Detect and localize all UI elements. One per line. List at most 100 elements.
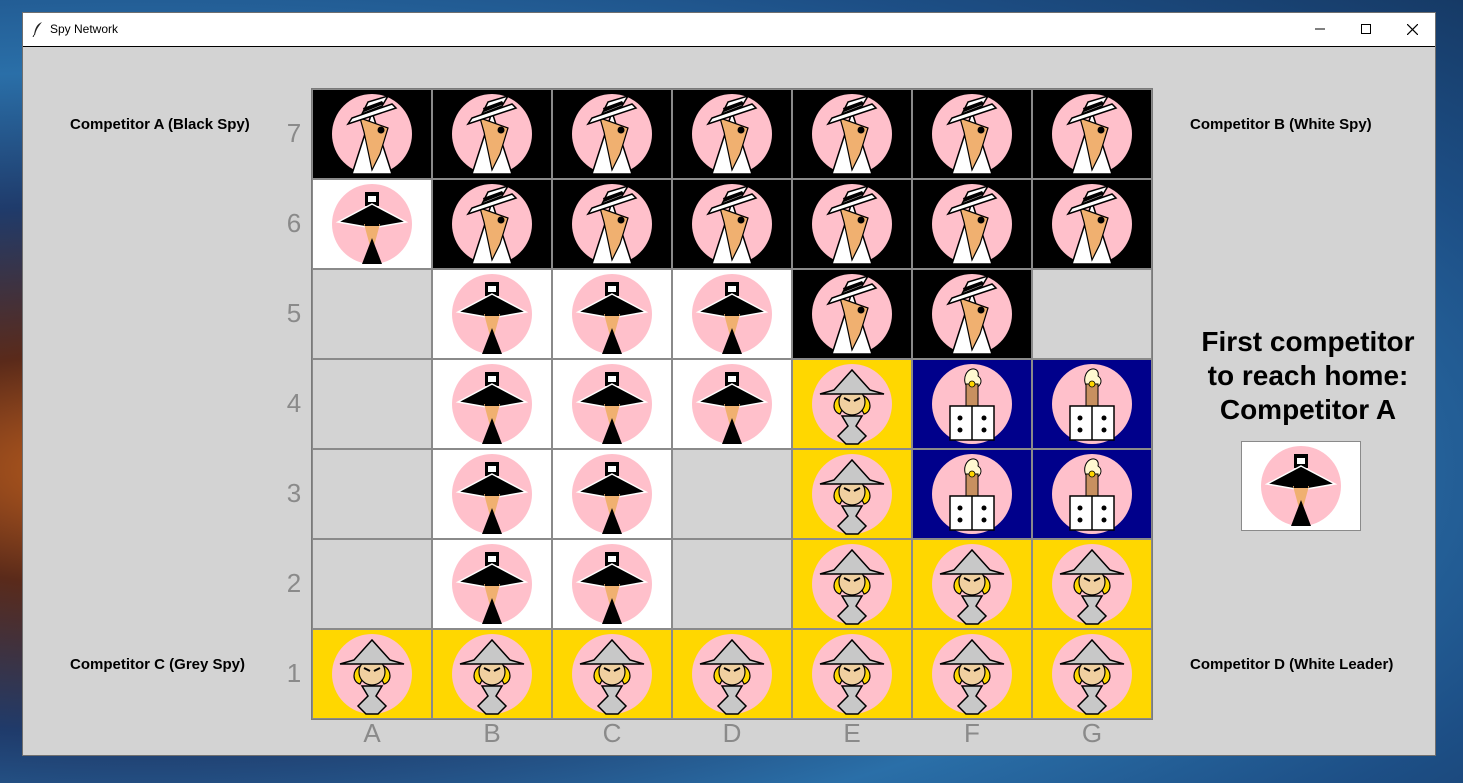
- black-spy-icon: [452, 454, 532, 534]
- winner-line-2: to reach home:: [1207, 360, 1409, 391]
- white-spy-icon: [452, 94, 532, 175]
- board-cell-e6-white-spy[interactable]: [792, 179, 912, 269]
- white-spy-icon: [812, 274, 892, 355]
- black-spy-icon: [332, 184, 412, 264]
- black-spy-icon: [1261, 446, 1341, 526]
- board-cell-e3-grey-spy[interactable]: [792, 449, 912, 539]
- white-spy-icon: [932, 94, 1012, 175]
- board-cell-d5-black-spy[interactable]: [672, 269, 792, 359]
- board-cell-b6-white-spy[interactable]: [432, 179, 552, 269]
- winner-line-1: First competitor: [1201, 326, 1415, 357]
- black-spy-icon: [452, 364, 532, 444]
- board-cell-g7-white-spy[interactable]: [1032, 89, 1152, 179]
- competitor-a-label: Competitor A (Black Spy): [70, 116, 250, 133]
- board-cell-b5-black-spy[interactable]: [432, 269, 552, 359]
- board-cell-e1-grey-spy[interactable]: [792, 629, 912, 719]
- board-cell-a3-empty[interactable]: [312, 449, 432, 539]
- board-cell-c7-white-spy[interactable]: [552, 89, 672, 179]
- black-spy-icon: [572, 274, 652, 354]
- board-cell-c1-grey-spy[interactable]: [552, 629, 672, 719]
- board-cell-a2-empty[interactable]: [312, 539, 432, 629]
- grey-spy-icon: [932, 634, 1012, 715]
- white-spy-icon: [692, 184, 772, 265]
- white-leader-icon: [1052, 454, 1132, 534]
- board-cell-d6-white-spy[interactable]: [672, 179, 792, 269]
- black-spy-icon: [572, 544, 652, 624]
- board-cell-e2-grey-spy[interactable]: [792, 539, 912, 629]
- board-cell-b3-black-spy[interactable]: [432, 449, 552, 539]
- white-spy-icon: [812, 184, 892, 265]
- grey-spy-icon: [812, 544, 892, 625]
- white-spy-icon: [1052, 184, 1132, 265]
- close-button[interactable]: [1389, 13, 1435, 45]
- board-cell-b7-white-spy[interactable]: [432, 89, 552, 179]
- row-label: 2: [286, 567, 302, 598]
- board-cell-g1-grey-spy[interactable]: [1032, 629, 1152, 719]
- row-label: 1: [286, 657, 302, 688]
- minimize-button[interactable]: [1297, 13, 1343, 45]
- board-cell-g4-white-leader[interactable]: [1032, 359, 1152, 449]
- board-cell-g6-white-spy[interactable]: [1032, 179, 1152, 269]
- board-cell-d1-grey-spy[interactable]: [672, 629, 792, 719]
- column-label: A: [363, 717, 381, 748]
- board-cell-a7-white-spy[interactable]: [312, 89, 432, 179]
- winner-message: First competitor to reach home: Competit…: [1183, 325, 1433, 427]
- board-cell-b1-grey-spy[interactable]: [432, 629, 552, 719]
- board-cell-a6-black-spy[interactable]: [312, 179, 432, 269]
- board-cell-g3-white-leader[interactable]: [1032, 449, 1152, 539]
- board-cell-d3-empty[interactable]: [672, 449, 792, 539]
- minimize-icon: [1315, 28, 1325, 30]
- title-bar[interactable]: Spy Network: [23, 13, 1435, 47]
- board-cell-d2-empty[interactable]: [672, 539, 792, 629]
- board-cell-f1-grey-spy[interactable]: [912, 629, 1032, 719]
- board-cell-c4-black-spy[interactable]: [552, 359, 672, 449]
- black-spy-icon: [692, 274, 772, 354]
- board-cell-f7-white-spy[interactable]: [912, 89, 1032, 179]
- column-label: C: [602, 717, 622, 748]
- board-cell-d7-white-spy[interactable]: [672, 89, 792, 179]
- close-icon: [1406, 23, 1418, 35]
- window-title: Spy Network: [50, 22, 119, 36]
- board-cell-g5-empty[interactable]: [1032, 269, 1152, 359]
- row-label: 7: [286, 117, 302, 148]
- row-label: 3: [286, 477, 302, 508]
- column-label: B: [483, 717, 501, 748]
- board-cell-e5-white-spy[interactable]: [792, 269, 912, 359]
- maximize-button[interactable]: [1343, 13, 1389, 45]
- feather-icon: [32, 22, 42, 37]
- board-cell-e4-grey-spy[interactable]: [792, 359, 912, 449]
- board-cell-f5-white-spy[interactable]: [912, 269, 1032, 359]
- board-cell-d4-black-spy[interactable]: [672, 359, 792, 449]
- board-cell-b4-black-spy[interactable]: [432, 359, 552, 449]
- board-cell-a4-empty[interactable]: [312, 359, 432, 449]
- white-spy-icon: [332, 94, 412, 175]
- grey-spy-icon: [692, 634, 772, 715]
- grey-spy-icon: [572, 634, 652, 715]
- black-spy-icon: [692, 364, 772, 444]
- board-cell-c3-black-spy[interactable]: [552, 449, 672, 539]
- app-window: Spy Network Competitor A (Black Spy) Com…: [22, 12, 1436, 756]
- black-spy-icon: [572, 454, 652, 534]
- column-label: D: [722, 717, 742, 748]
- board-cell-f6-white-spy[interactable]: [912, 179, 1032, 269]
- grey-spy-icon: [812, 634, 892, 715]
- game-canvas: Competitor A (Black Spy) Competitor B (W…: [23, 47, 1435, 755]
- board-cell-a5-empty[interactable]: [312, 269, 432, 359]
- board-cell-f2-grey-spy[interactable]: [912, 539, 1032, 629]
- grey-spy-icon: [812, 454, 892, 535]
- board-cell-c2-black-spy[interactable]: [552, 539, 672, 629]
- grey-spy-icon: [332, 634, 412, 715]
- board-cell-b2-black-spy[interactable]: [432, 539, 552, 629]
- row-label: 6: [286, 207, 302, 238]
- board-cell-c6-white-spy[interactable]: [552, 179, 672, 269]
- board-cell-f4-white-leader[interactable]: [912, 359, 1032, 449]
- board-cell-f3-white-leader[interactable]: [912, 449, 1032, 539]
- board-cell-c5-black-spy[interactable]: [552, 269, 672, 359]
- white-spy-icon: [812, 94, 892, 175]
- board-cell-a1-grey-spy[interactable]: [312, 629, 432, 719]
- white-leader-icon: [932, 364, 1012, 444]
- board-cell-g2-grey-spy[interactable]: [1032, 539, 1152, 629]
- white-spy-icon: [692, 94, 772, 175]
- white-spy-icon: [932, 274, 1012, 355]
- board-cell-e7-white-spy[interactable]: [792, 89, 912, 179]
